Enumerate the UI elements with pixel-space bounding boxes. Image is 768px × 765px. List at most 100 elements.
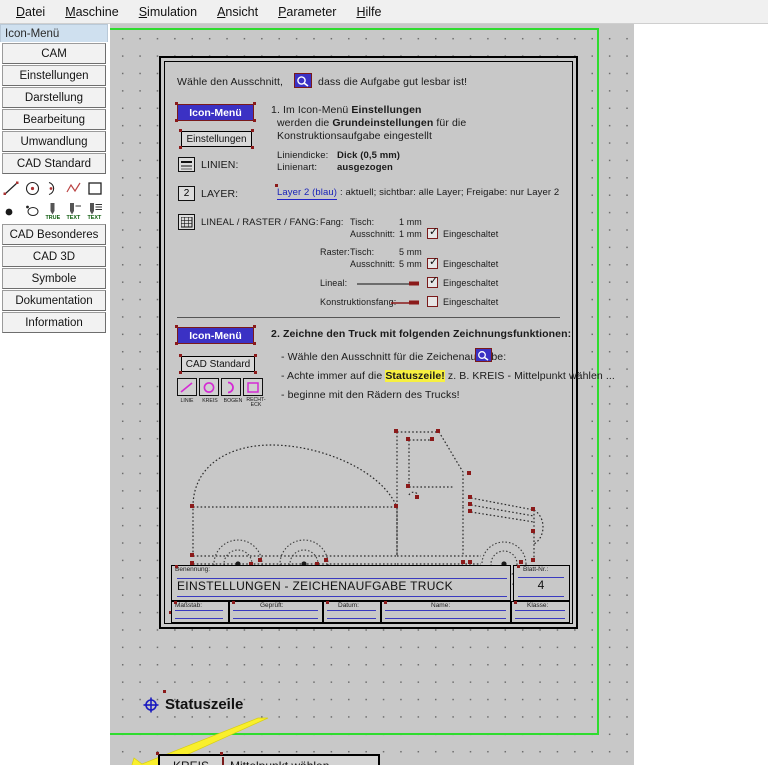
tb-benennung-value: EINSTELLUNGEN - ZEICHENAUFGABE TRUCK	[177, 579, 453, 593]
liniendicke-label: Liniendicke:	[277, 150, 329, 161]
menu-item-ansicht[interactable]: Ansicht	[207, 3, 268, 21]
zoom-window-icon[interactable]	[294, 73, 312, 88]
raster-row-3-sub: Ausschnitt:	[350, 259, 396, 269]
tb-label-name: Name:	[431, 602, 451, 609]
sidebar-title: Icon-Menü	[0, 24, 108, 42]
raster-row-2-sub: Tisch:	[350, 247, 375, 257]
tool-row-2: TRUE TEXT TEXT	[3, 199, 107, 219]
sidebar-item-cad-besonderes[interactable]: CAD Besonderes	[2, 224, 106, 245]
icon-menu-button-2[interactable]: Icon-Menü	[177, 327, 254, 344]
sidebar-item-cad-standard[interactable]: CAD Standard	[2, 153, 106, 174]
raster-row-0-value: 1 mm	[399, 217, 422, 227]
check-tick-icon: ✓	[429, 226, 439, 238]
sidebar-item-information[interactable]: Information	[2, 312, 106, 333]
raster-row-0-group: Fang:	[320, 217, 344, 227]
status-command: KREIS	[160, 757, 224, 765]
linienart-label: Linienart:	[277, 162, 318, 173]
circle-icon[interactable]	[199, 378, 219, 396]
raster-row-0-sub: Tisch:	[350, 217, 375, 227]
checkbox-fang-ausschnitt[interactable]: ✓	[427, 226, 439, 239]
einstellungen-button[interactable]: Einstellungen	[181, 131, 252, 147]
liniendicke-value: Dick (0,5 mm)	[337, 150, 401, 161]
point-icon[interactable]	[3, 202, 20, 219]
sidebar-item-cad-3d[interactable]: CAD 3D	[2, 246, 106, 267]
layer-value-rest: : aktuell; sichtbar: alle Layer; Freigab…	[340, 187, 560, 198]
tb-label-klasse: Klasse:	[527, 602, 549, 609]
sidebar-item-umwandlung[interactable]: Umwandlung	[2, 131, 106, 152]
sidebar-tool-grid: TRUE TEXT TEXT	[0, 175, 108, 223]
linien-label: LINIEN:	[201, 159, 239, 171]
tb-benennung-label: Benennung:	[175, 566, 211, 573]
svg-text:TEXT: TEXT	[88, 215, 102, 219]
drawing-sheet: Wähle den Ausschnitt, dass die Aufgabe g…	[159, 56, 615, 629]
status-prompt: Mittelpunkt wählen	[224, 759, 329, 765]
drawing-canvas[interactable]: Wähle den Ausschnitt, dass die Aufgabe g…	[110, 24, 634, 765]
layer-icon[interactable]: 2	[178, 186, 195, 201]
arc-icon[interactable]	[221, 378, 241, 396]
circle-center-icon[interactable]	[24, 180, 41, 197]
spline-icon[interactable]	[24, 202, 41, 219]
raster-row-4-group: Lineal:	[320, 278, 348, 288]
tb-blatt-value: 4	[537, 578, 545, 592]
rectangle-icon[interactable]	[243, 378, 263, 396]
step1-line3: Konstruktionsaufgabe eingestellt	[277, 130, 432, 142]
text-line-icon[interactable]: TEXT	[66, 202, 83, 219]
zoom-window-icon-2[interactable]	[475, 348, 492, 362]
raster-row-3-checkbox-label: Eingeschaltet	[443, 259, 499, 269]
lineal-sample-line	[357, 281, 419, 286]
sidebar-item-bearbeitung[interactable]: Bearbeitung	[2, 109, 106, 130]
raster-row-4-checkbox-label: Eingeschaltet	[443, 278, 499, 288]
layer-label: LAYER:	[201, 188, 239, 200]
step2-bullet-1: - Wähle den Ausschnitt für die Zeichenau…	[281, 351, 507, 363]
checkbox-lineal[interactable]: ✓	[427, 275, 439, 288]
menu-item-hilfe[interactable]: Hilfe	[346, 3, 391, 21]
status-bar[interactable]: KREIS Mittelpunkt wählen	[158, 754, 380, 765]
text-block-icon[interactable]: TEXT	[87, 202, 104, 219]
menu-item-parameter[interactable]: Parameter	[268, 3, 346, 21]
text-true-icon[interactable]: TRUE	[45, 202, 62, 219]
raster-row-1-value: 1 mm	[399, 229, 422, 239]
checkbox-konstruktionsfang[interactable]	[427, 296, 438, 307]
check-tick-icon: ✓	[429, 256, 439, 268]
target-icon	[143, 697, 159, 715]
sidebar-item-dokumentation[interactable]: Dokumentation	[2, 290, 106, 311]
sidebar-item-einstellungen[interactable]: Einstellungen	[2, 65, 106, 86]
sidebar-item-darstellung[interactable]: Darstellung	[2, 87, 106, 108]
linien-icon[interactable]	[178, 157, 195, 172]
raster-row-2-group: Raster:	[320, 247, 350, 257]
menu-item-simulation[interactable]: Simulation	[129, 3, 207, 21]
linienart-value: ausgezogen	[337, 162, 393, 173]
tool-label-bogen: BOGEN	[223, 398, 243, 404]
menu-item-datei[interactable]: Datei	[6, 3, 55, 21]
line-icon[interactable]	[177, 378, 197, 396]
line-icon[interactable]	[3, 180, 20, 197]
check-tick-icon: ✓	[429, 275, 439, 287]
step2-bullet-3: - beginne mit den Rädern des Trucks!	[281, 389, 460, 401]
statuszeile-annotation-label: Statuszeile	[165, 696, 244, 713]
sidebar-item-cam[interactable]: CAM	[2, 43, 106, 64]
konstruktionsfang-sample	[391, 300, 419, 305]
checkbox-raster-ausschnitt[interactable]: ✓	[427, 256, 439, 269]
raster-icon[interactable]	[178, 214, 195, 230]
step2-tool-icons	[177, 378, 263, 396]
cad-standard-button[interactable]: CAD Standard	[181, 356, 255, 372]
step2-heading: 2. Zeichne den Truck mit folgenden Zeich…	[271, 328, 572, 340]
raster-row-3-value: 5 mm	[399, 259, 422, 269]
arc-icon[interactable]	[45, 180, 62, 197]
icon-menu-sidebar: Icon-Menü CAM Einstellungen Darstellung …	[0, 24, 108, 765]
tb-label-geprueft: Geprüft:	[260, 602, 284, 609]
rectangle-icon[interactable]	[87, 180, 104, 197]
step1-line2: werden die Grundeinstellungen für die	[277, 117, 467, 129]
icon-menu-button-1[interactable]: Icon-Menü	[177, 104, 254, 121]
tool-label-rechteck: RECHT-ECK	[246, 397, 266, 408]
tb-label-datum: Datum:	[338, 602, 359, 609]
tb-blatt-label: Blatt-Nr.:	[523, 566, 549, 573]
polyline-icon[interactable]	[66, 180, 83, 197]
menu-bar: Datei Maschine Simulation Ansicht Parame…	[0, 0, 768, 24]
sidebar-item-symbole[interactable]: Symbole	[2, 268, 106, 289]
raster-row-2-value: 5 mm	[399, 247, 422, 257]
menu-item-maschine[interactable]: Maschine	[55, 3, 129, 21]
raster-row-1-checkbox-label: Eingeschaltet	[443, 229, 499, 239]
step2-tool-labels: LINIE KREIS BOGEN RECHT-ECK	[176, 397, 267, 408]
step2-bullet-2: - Achte immer auf die Statuszeile! z. B.…	[281, 370, 615, 382]
